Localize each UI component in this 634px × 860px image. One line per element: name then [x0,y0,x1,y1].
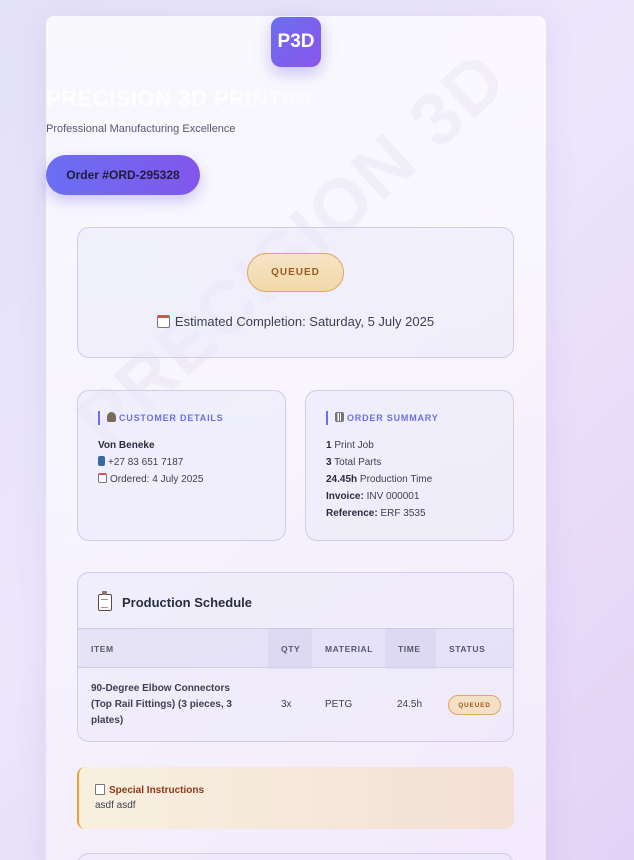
special-instructions: Special Instructions asdf asdf [77,767,514,829]
memo-icon [95,784,105,795]
calendar-icon [98,473,107,483]
column-status: STATUS [449,644,486,654]
table-header: ITEM QTY MATERIAL TIME STATUS [78,628,513,669]
person-icon [107,412,116,422]
item-qty: 3x [281,699,292,710]
item-time: 24.5h [397,699,423,710]
clipboard-icon [98,590,112,611]
special-instructions-heading: Special Instructions [95,784,204,796]
next-section-panel [77,853,514,860]
customer-details-heading: CUSTOMER DETAILS [98,411,223,425]
production-time: 24.45h Production Time [326,474,433,485]
invoice-number: Invoice: INV 000001 [326,491,420,502]
order-summary-panel: ORDER SUMMARY 1 Print Job 3 Total Parts … [305,390,514,541]
order-summary-heading: ORDER SUMMARY [326,411,439,425]
special-instructions-text: asdf asdf [95,800,136,811]
bar-chart-icon [335,412,344,422]
item-name: 90-Degree Elbow Connectors (Top Rail Fit… [91,683,232,726]
status-panel: QUEUED Estimated Completion: Saturday, 5… [77,227,514,358]
customer-phone: +27 83 651 7187 [98,454,203,471]
order-number-badge: Order #ORD-295328 [46,155,200,195]
item-material: PETG [325,699,353,710]
logo: P3D [271,17,321,67]
reference-number: Reference: ERF 3535 [326,508,426,519]
status-badge: QUEUED [247,253,344,292]
column-time: TIME [398,644,421,654]
production-schedule-heading: Production Schedule [98,590,252,612]
brand-title: PRECISION 3D PRINTING [46,86,323,111]
print-job-count: 1 Print Job [326,440,374,451]
customer-name: Von Beneke [98,440,155,451]
column-qty: QTY [281,644,301,654]
column-item: ITEM [91,644,114,654]
customer-details-panel: CUSTOMER DETAILS Von Beneke +27 83 651 7… [77,390,286,541]
brand-subtitle: Professional Manufacturing Excellence [46,123,236,135]
item-status-badge: QUEUED [448,695,501,715]
phone-icon [98,456,105,466]
total-parts: 3 Total Parts [326,457,382,468]
production-schedule-panel: Production Schedule ITEM QTY MATERIAL TI… [77,572,514,742]
estimated-completion: Estimated Completion: Saturday, 5 July 2… [78,314,513,329]
order-date: Ordered: 4 July 2025 [98,471,203,488]
column-material: MATERIAL [325,644,374,654]
calendar-icon [156,315,170,328]
estimated-completion-text: Estimated Completion: Saturday, 5 July 2… [174,314,435,329]
